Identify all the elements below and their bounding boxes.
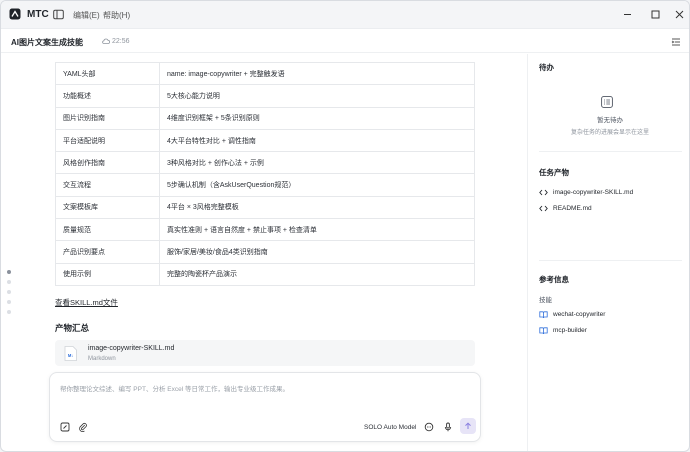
- section-title: 产物汇总: [55, 323, 90, 333]
- chat-mode-icon[interactable]: [424, 422, 434, 432]
- table-row: 文案模板库 4平台 × 3风格完整模板: [55, 195, 475, 220]
- skill-name: wechat-copywriter: [553, 310, 606, 318]
- table-cell-key: 交互流程: [55, 173, 160, 197]
- skill-name: mcp-builder: [553, 326, 587, 334]
- table-cell-value: 服饰/家居/美妆/食品4类识别指南: [159, 240, 475, 264]
- chat-area: YAML头部 name: image-copywriter + 完整触发语 功能概…: [1, 54, 527, 451]
- todo-empty-title: 暂无待办: [597, 117, 623, 124]
- divider: [539, 151, 682, 152]
- table-row: YAML头部 name: image-copywriter + 完整触发语: [55, 61, 475, 86]
- code-icon: [539, 189, 548, 195]
- close-icon[interactable]: [674, 9, 685, 20]
- nav-dot[interactable]: [7, 300, 11, 304]
- view-skill-file-link[interactable]: 查看SKILL.md文件: [55, 297, 118, 308]
- todo-list-icon: [601, 96, 613, 108]
- maximize-icon[interactable]: [650, 9, 661, 20]
- book-icon: [539, 310, 548, 318]
- table-row: 使用示例 完整的陶瓷杯产品演示: [55, 262, 475, 286]
- title-bar: MTC 编辑(E) 帮助(H): [1, 1, 689, 29]
- app-logo-icon: [9, 8, 21, 20]
- skill-structure-table: YAML头部 name: image-copywriter + 完整触发语 功能概…: [55, 61, 475, 286]
- book-icon: [539, 326, 548, 334]
- cloud-icon: [102, 38, 110, 44]
- conversation-header: AI图片文案生成技能 22:56: [1, 29, 689, 53]
- template-icon[interactable]: [60, 422, 70, 432]
- conversation-title: AI图片文案生成技能: [11, 38, 83, 47]
- arrow-up-icon: [465, 422, 471, 429]
- table-row: 产品识别要点 服饰/家居/美妆/食品4类识别指南: [55, 240, 475, 264]
- reference-title: 参考信息: [539, 275, 569, 284]
- menu-help[interactable]: 帮助(H): [103, 10, 130, 21]
- artifact-file-card[interactable]: M↓ image-copywriter-SKILL.md Markdown: [55, 340, 475, 366]
- table-cell-key: 产品识别要点: [55, 240, 160, 264]
- table-cell-value: 4大平台特性对比 + 调性指南: [159, 128, 475, 153]
- minimize-icon[interactable]: [622, 9, 633, 20]
- nav-dot[interactable]: [7, 280, 11, 284]
- table-cell-value: 真实性准则 + 语言自然度 + 禁止事项 + 检查清单: [159, 218, 475, 242]
- menu-edit[interactable]: 编辑(E): [73, 10, 100, 21]
- artifact-item[interactable]: README.md: [539, 202, 592, 214]
- table-row: 图片识别指南 4维度识别框架 + 5条识别原则: [55, 106, 475, 130]
- todo-empty-desc: 复杂任务的进展会显示在这里: [570, 130, 649, 136]
- table-cell-value: 4平台 × 3风格完整模板: [159, 195, 475, 220]
- message-input[interactable]: [60, 382, 470, 396]
- model-selector[interactable]: SOLO Auto Model: [364, 424, 416, 431]
- table-cell-key: YAML头部: [55, 61, 160, 86]
- table-cell-value: 完整的陶瓷杯产品演示: [159, 262, 475, 286]
- svg-text:M↓: M↓: [68, 353, 74, 358]
- table-cell-key: 质量规范: [55, 218, 160, 242]
- right-panel: 待办 暂无待办 复杂任务的进展会显示在这里 任务产物 image-copywri…: [527, 54, 689, 451]
- table-row: 风格创作指南 3种风格对比 + 创作心法 + 示例: [55, 151, 475, 175]
- todo-title: 待办: [539, 63, 554, 72]
- divider: [539, 260, 682, 261]
- table-cell-value: 3种风格对比 + 创作心法 + 示例: [159, 151, 475, 175]
- skill-item[interactable]: mcp-builder: [539, 324, 587, 336]
- microphone-icon[interactable]: [443, 422, 453, 432]
- app-name: MTC: [27, 9, 49, 20]
- message-composer: SOLO Auto Model: [49, 372, 481, 442]
- nav-dot[interactable]: [7, 270, 11, 274]
- table-cell-key: 文案模板库: [55, 195, 160, 220]
- table-cell-key: 风格创作指南: [55, 151, 160, 175]
- table-cell-key: 功能概述: [55, 84, 160, 108]
- table-row: 平台适配说明 4大平台特性对比 + 调性指南: [55, 128, 475, 153]
- collapse-panel-icon[interactable]: [671, 37, 681, 47]
- table-cell-value: 4维度识别框架 + 5条识别原则: [159, 106, 475, 130]
- table-cell-value: 5步确认机制（含AskUserQuestion规范）: [159, 173, 475, 197]
- table-cell-value: name: image-copywriter + 完整触发语: [159, 61, 475, 86]
- table-cell-key: 图片识别指南: [55, 106, 160, 130]
- file-type: Markdown: [88, 356, 116, 362]
- table-row: 交互流程 5步确认机制（含AskUserQuestion规范）: [55, 173, 475, 197]
- timestamp-text: 22:56: [112, 37, 130, 45]
- artifacts-title: 任务产物: [539, 168, 569, 177]
- nav-dot[interactable]: [7, 310, 11, 314]
- table-cell-key: 使用示例: [55, 262, 160, 286]
- artifact-name: image-copywriter-SKILL.md: [553, 188, 634, 196]
- attachment-icon[interactable]: [78, 422, 88, 432]
- skill-item[interactable]: wechat-copywriter: [539, 308, 605, 320]
- code-icon: [539, 205, 548, 211]
- skills-label: 技能: [539, 297, 552, 304]
- message-nav-dots: [7, 270, 11, 314]
- send-button[interactable]: [460, 418, 476, 434]
- app-window: MTC 编辑(E) 帮助(H) AI图片文案生成技能 22:56 YAML头部 …: [0, 0, 690, 452]
- artifact-item[interactable]: image-copywriter-SKILL.md: [539, 186, 633, 198]
- table-cell-value: 5大核心能力说明: [159, 84, 475, 108]
- table-row: 质量规范 真实性准则 + 语言自然度 + 禁止事项 + 检查清单: [55, 218, 475, 242]
- sidebar-toggle-icon[interactable]: [53, 9, 64, 20]
- timestamp: 22:56: [102, 37, 130, 45]
- table-row: 功能概述 5大核心能力说明: [55, 84, 475, 108]
- artifact-name: README.md: [553, 204, 592, 212]
- markdown-file-icon: M↓: [64, 346, 77, 361]
- file-name: image-copywriter-SKILL.md: [88, 345, 175, 352]
- nav-dot[interactable]: [7, 290, 11, 294]
- table-cell-key: 平台适配说明: [55, 128, 160, 153]
